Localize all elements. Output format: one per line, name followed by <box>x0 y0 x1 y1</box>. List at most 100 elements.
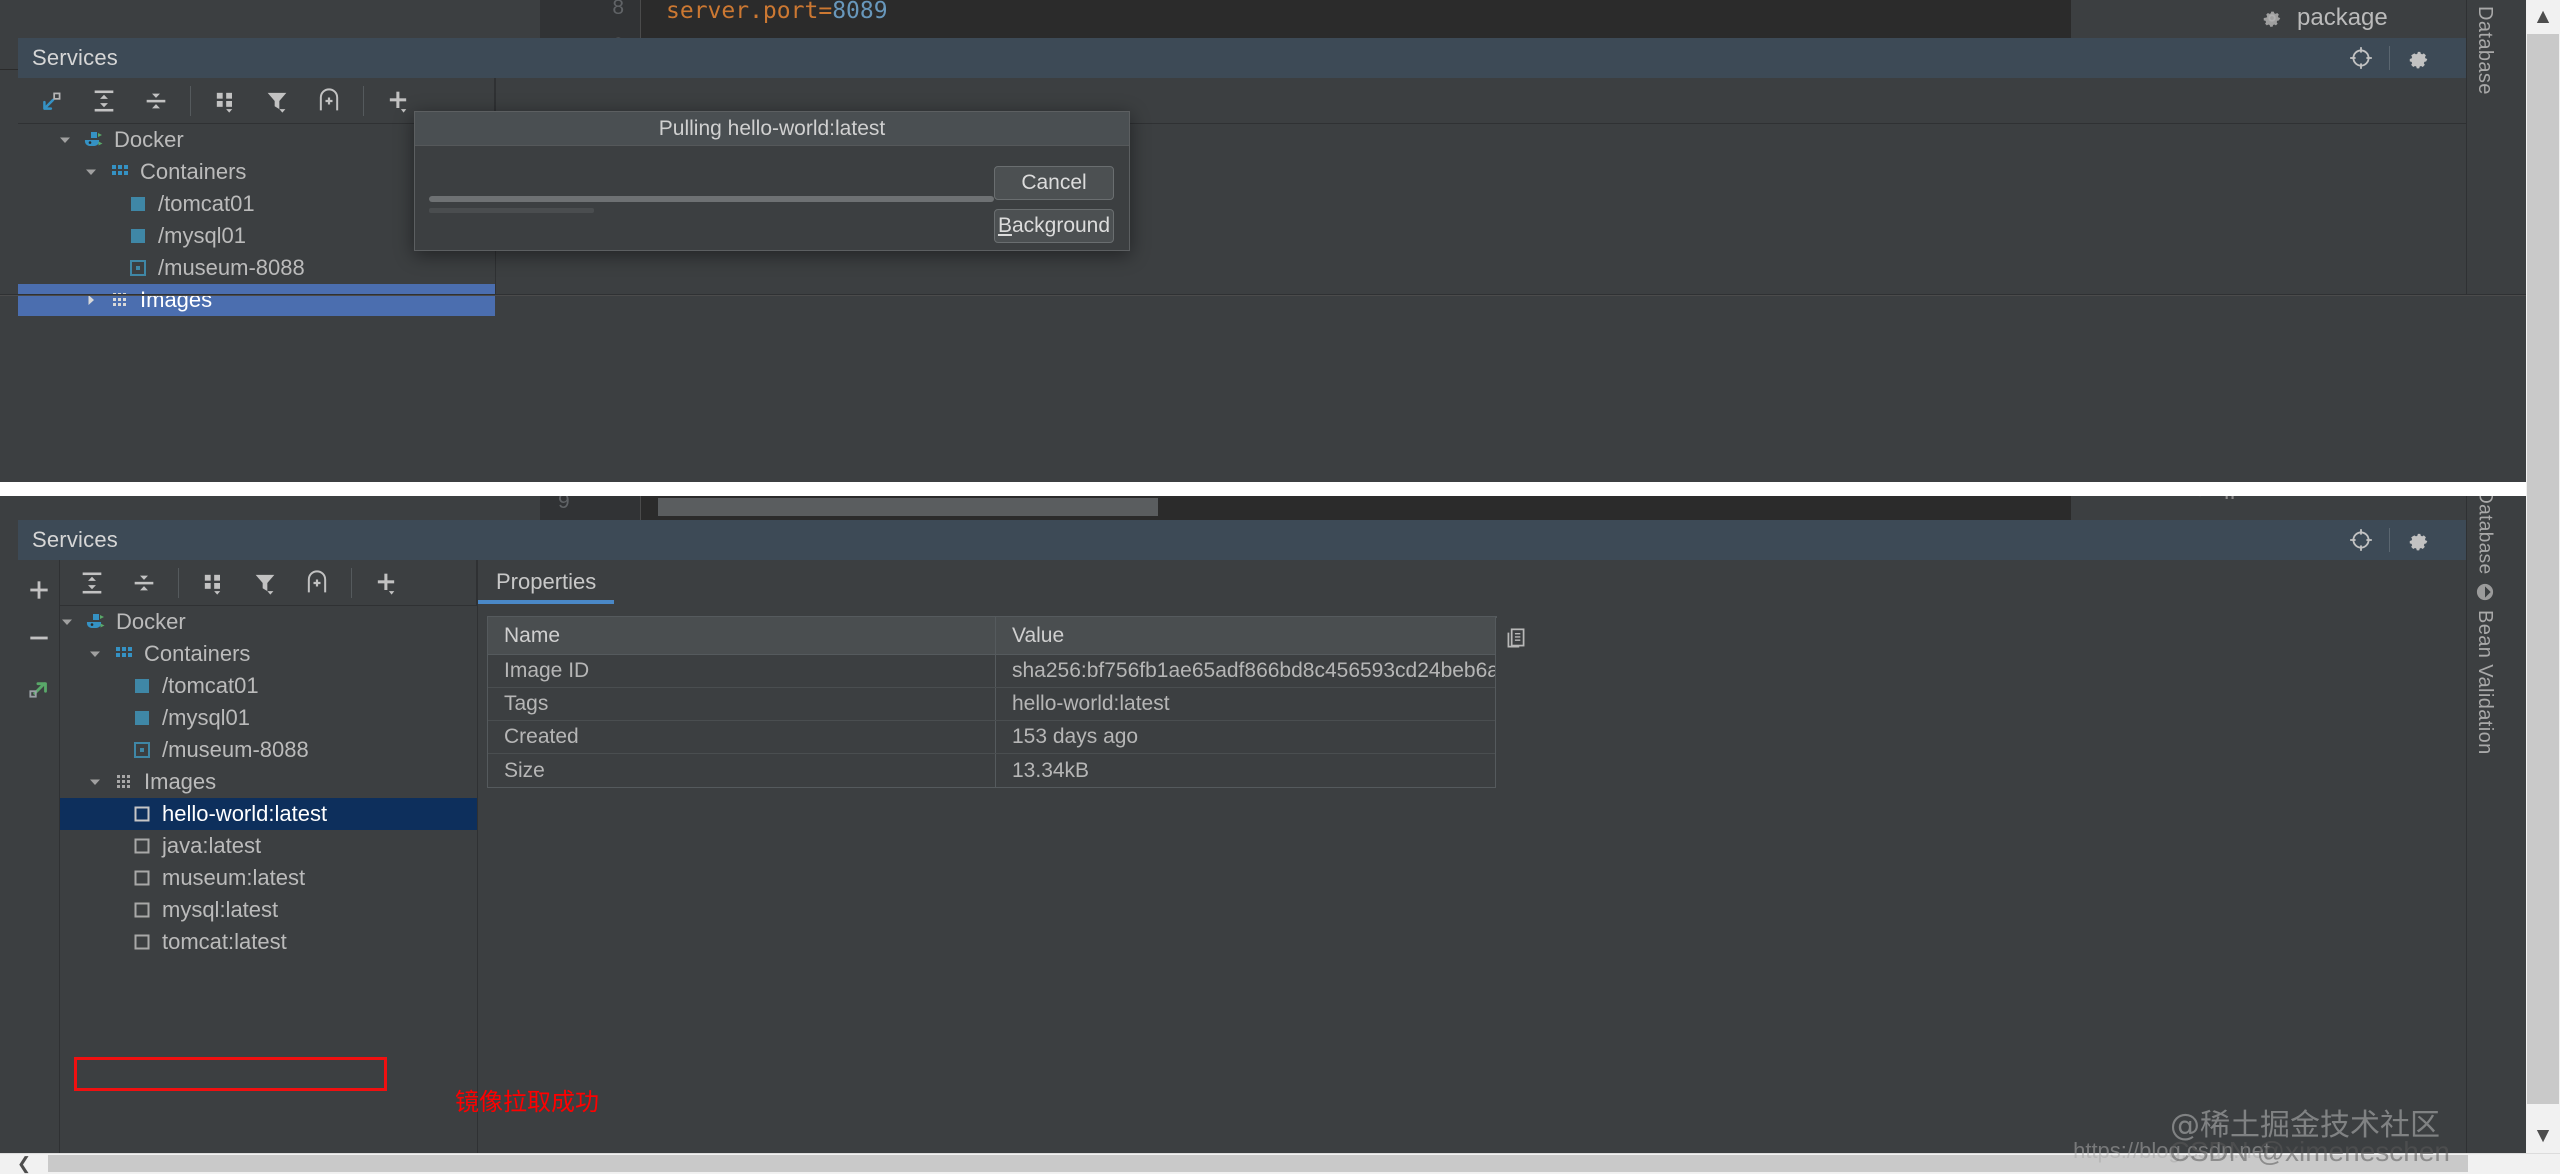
tree-label: tomcat:latest <box>162 929 287 954</box>
container-running-icon <box>126 707 158 729</box>
scroll-up-chevron-icon[interactable]: ▲ <box>2526 0 2560 34</box>
cell-value: sha256:bf756fb1ae65adf866bd8c456593cd24b… <box>1012 659 1495 682</box>
add-frame-icon[interactable] <box>291 560 343 606</box>
tree-row-docker[interactable]: Docker <box>60 606 477 638</box>
docker-whale-icon <box>78 128 110 152</box>
right-tool-strip-top[interactable]: Database <box>2466 0 2502 294</box>
settings-gear-icon[interactable] <box>2390 38 2446 78</box>
chevron-down-icon[interactable] <box>78 164 104 180</box>
right-tool-strip-bottom[interactable]: Bean Validation <box>2466 496 2502 1153</box>
tree-row-tomcat-latest[interactable]: tomcat:latest <box>60 926 477 958</box>
table-row[interactable]: Size 13.34kB <box>488 754 1495 787</box>
annotation-pull-success: 镜像拉取成功 <box>455 1088 599 1116</box>
chevron-down-icon[interactable] <box>54 614 80 630</box>
chevron-down-icon[interactable] <box>82 646 108 662</box>
menu-item-package[interactable]: package <box>2261 4 2388 32</box>
container-running-icon <box>122 225 154 247</box>
properties-table: Name Value Image ID sha256:bf756fb1ae65a… <box>487 616 1496 788</box>
column-header-value[interactable]: Value <box>996 617 1495 654</box>
table-row[interactable]: Tags hello-world:latest <box>488 688 1495 721</box>
tree-row-mysql-latest[interactable]: mysql:latest <box>60 894 477 926</box>
collapse-all-icon[interactable] <box>130 78 182 124</box>
cell-value: 13.34kB <box>1012 758 1090 782</box>
copy-to-clipboard-icon[interactable] <box>1498 620 1534 656</box>
tab-label: Properties <box>496 569 597 594</box>
locate-target-icon[interactable] <box>2333 520 2389 560</box>
background-button-rest: ackground <box>1011 214 1111 237</box>
containers-grid-icon <box>108 643 140 665</box>
tree-row-images[interactable]: Images <box>18 284 495 316</box>
cell-value: 153 days ago <box>1012 725 1139 748</box>
container-running-icon <box>126 675 158 697</box>
column-header-name[interactable]: Name <box>488 617 996 654</box>
tree-row-hello-world[interactable]: hello-world:latest <box>60 798 477 830</box>
settings-gear-icon[interactable] <box>2390 520 2446 560</box>
gear-icon <box>2190 496 2210 502</box>
toolbar-separator <box>351 567 352 598</box>
cell-name: Size <box>488 754 996 787</box>
menu-item-label: package <box>2297 4 2388 31</box>
background-button[interactable]: Background <box>994 209 1114 243</box>
remove-icon[interactable] <box>21 620 57 656</box>
bean-validation-strip[interactable]: Bean Validation <box>2473 582 2496 755</box>
expand-all-icon[interactable] <box>78 78 130 124</box>
toolbar-separator <box>178 567 179 598</box>
images-grid-icon <box>104 289 136 311</box>
collapse-all-icon[interactable] <box>118 560 170 606</box>
group-by-icon[interactable] <box>199 78 251 124</box>
tree-row-museum-latest[interactable]: museum:latest <box>60 862 477 894</box>
properties-pane: Properties Name Value Image ID sha256:bf… <box>478 560 2502 1153</box>
gear-icon <box>2261 7 2283 29</box>
table-row[interactable]: Image ID sha256:bf756fb1ae65adf866bd8c45… <box>488 655 1495 688</box>
menu-item-if[interactable]: if <box>2190 496 2236 506</box>
filter-icon[interactable] <box>239 560 291 606</box>
code-equals: = <box>818 0 833 24</box>
tree-label: museum:latest <box>162 865 306 890</box>
tree-label: /mysql01 <box>162 705 251 730</box>
code-property: server.port <box>666 0 819 24</box>
tree-row-museum-8088[interactable]: /museum-8088 <box>60 734 477 766</box>
top-services-header: Services <box>18 38 2502 78</box>
top-services-title: Services <box>32 45 118 70</box>
tree-label: /tomcat01 <box>158 191 255 216</box>
tree-row-museum-8088[interactable]: /museum-8088 <box>18 252 495 284</box>
tab-properties[interactable]: Properties <box>478 560 615 604</box>
group-by-icon[interactable] <box>187 560 239 606</box>
tree-label: /tomcat01 <box>162 673 259 698</box>
locate-target-icon[interactable] <box>2333 38 2389 78</box>
tree-row-mysql01[interactable]: /mysql01 <box>60 702 477 734</box>
chevron-down-icon[interactable] <box>52 132 78 148</box>
tree-label: Images <box>140 287 213 312</box>
tree-row-containers[interactable]: Containers <box>60 638 477 670</box>
expand-all-icon[interactable] <box>66 560 118 606</box>
progress-bar-secondary <box>429 208 594 213</box>
right-strip-label: Database <box>2474 6 2496 95</box>
tree-row-tomcat01[interactable]: /tomcat01 <box>60 670 477 702</box>
line-number: 8 <box>612 0 624 19</box>
run-dashboard-icon[interactable] <box>26 78 78 124</box>
container-stopped-icon <box>122 257 154 279</box>
scroll-left-chevron-icon[interactable]: ❮ <box>4 1153 44 1174</box>
browser-vertical-scrollbar[interactable] <box>2526 0 2560 1153</box>
open-external-icon[interactable] <box>21 670 57 706</box>
screenshot-gap <box>0 482 2560 496</box>
filter-icon[interactable] <box>251 78 303 124</box>
table-row[interactable]: Created 153 days ago <box>488 721 1495 754</box>
scroll-down-chevron-icon[interactable]: ▼ <box>2526 1119 2560 1153</box>
chevron-down-icon[interactable] <box>82 774 108 790</box>
background-button-label: Background <box>997 214 1111 237</box>
tree-row-java-latest[interactable]: java:latest <box>60 830 477 862</box>
add-service-icon[interactable] <box>360 560 412 606</box>
bottom-services-header: Services <box>18 520 2502 560</box>
bean-validation-icon <box>2475 582 2495 602</box>
scrollbar-thumb[interactable] <box>2527 34 2559 1104</box>
tree-row-images[interactable]: Images <box>60 766 477 798</box>
pulling-image-dialog[interactable]: Pulling hello-world:latest Cancel Backgr… <box>414 111 1130 251</box>
tree-label: Images <box>144 769 217 794</box>
cancel-button[interactable]: Cancel <box>994 166 1114 200</box>
add-icon[interactable] <box>21 572 57 608</box>
progress-bar <box>429 196 994 202</box>
bottom-services-side-rail <box>18 560 60 1153</box>
properties-tab-bar: Properties <box>478 560 2502 608</box>
add-frame-icon[interactable] <box>303 78 355 124</box>
